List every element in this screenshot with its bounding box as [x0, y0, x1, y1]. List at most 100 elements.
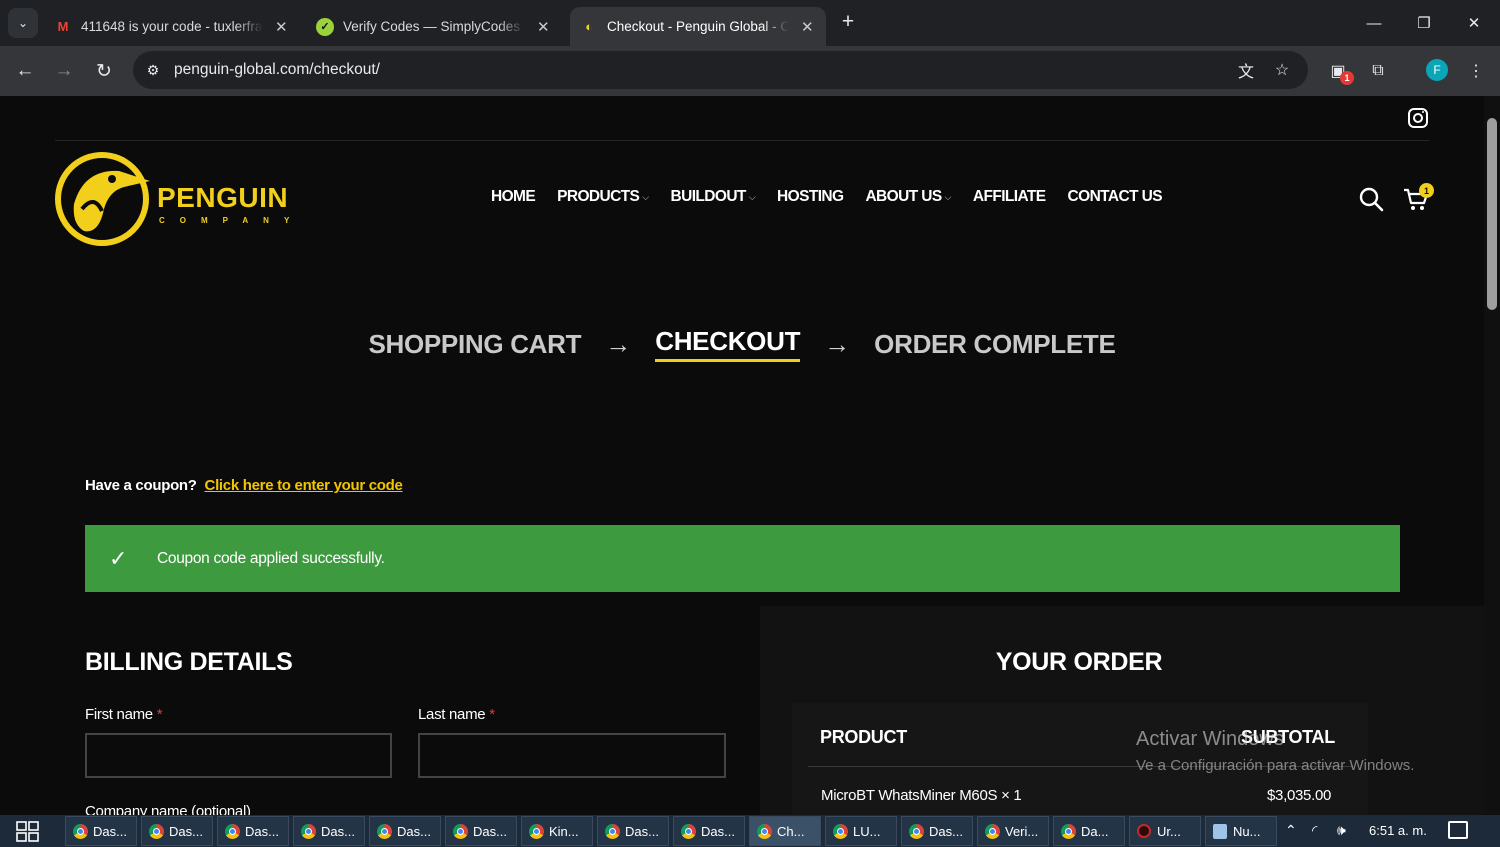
windows-watermark-subtitle: Ve a Configuración para activar Windows.	[1136, 757, 1415, 774]
extensions-puzzle-icon[interactable]: ⧉	[1364, 57, 1392, 85]
taskbar-item[interactable]: Das...	[901, 816, 973, 846]
taskbar-label: Das...	[929, 823, 963, 839]
taskbar-item[interactable]: Das...	[445, 816, 517, 846]
minimize-button[interactable]: —	[1359, 8, 1389, 38]
close-icon[interactable]: ✕	[275, 18, 288, 36]
tab-search-button[interactable]: ⌄	[8, 8, 38, 38]
restore-button[interactable]: ❐	[1409, 8, 1439, 38]
taskbar-item[interactable]: Das...	[293, 816, 365, 846]
coupon-link[interactable]: Click here to enter your code	[205, 477, 403, 494]
taskbar-item[interactable]: Veri...	[977, 816, 1049, 846]
taskbar-item[interactable]: Das...	[369, 816, 441, 846]
tab-title: Checkout - Penguin Global - Cr	[607, 19, 789, 34]
volume-icon[interactable]: 🕪	[1337, 822, 1346, 839]
new-tab-button[interactable]: +	[836, 10, 860, 34]
clock[interactable]: 6:51 a. m.	[1369, 823, 1427, 838]
tab-title: 411648 is your code - tuxlerfrank	[81, 19, 263, 34]
required-mark: *	[156, 706, 163, 723]
nav-about-us[interactable]: ABOUT US ⌵	[865, 188, 951, 206]
window-close-button[interactable]: ✕	[1459, 8, 1489, 38]
wifi-icon[interactable]: ◜	[1312, 822, 1317, 839]
cart-count-badge: 1	[1419, 183, 1434, 198]
tab-gmail[interactable]: M 411648 is your code - tuxlerfrank ✕	[44, 7, 300, 46]
app-icon	[1137, 824, 1151, 838]
taskbar-item[interactable]: Das...	[217, 816, 289, 846]
site-logo[interactable]: PENGUIN COMPANY	[54, 149, 289, 249]
logo-subtext: COMPANY	[159, 216, 305, 225]
nav-products[interactable]: PRODUCTS ⌵	[557, 188, 649, 206]
search-icon[interactable]	[1358, 186, 1384, 212]
chrome-icon	[529, 823, 544, 839]
nav-affiliate[interactable]: AFFILIATE	[973, 188, 1046, 206]
start-icon[interactable]	[16, 821, 40, 843]
taskbar-label: Das...	[245, 823, 279, 839]
menu-kebab-icon[interactable]: ⋮	[1462, 57, 1490, 85]
nav-label: AFFILIATE	[972, 188, 1046, 205]
taskbar-item[interactable]: Das...	[597, 816, 669, 846]
taskbar-item-active[interactable]: Ch...	[749, 816, 821, 846]
last-name-input[interactable]	[418, 733, 726, 778]
instagram-icon[interactable]	[1408, 108, 1428, 128]
taskbar-item[interactable]: Das...	[673, 816, 745, 846]
nav-label: HOME	[491, 188, 536, 205]
reload-button[interactable]: ↻	[90, 57, 118, 85]
penguin-favicon: ◐	[585, 19, 593, 34]
coupon-prompt-row: Have a coupon? Click here to enter your …	[85, 477, 403, 494]
chrome-icon	[1061, 823, 1076, 839]
address-bar[interactable]: ⚙ penguin-global.com/checkout/ 文 ☆	[133, 51, 1308, 89]
bookmark-star-icon[interactable]: ☆	[1270, 58, 1294, 82]
step-shopping-cart[interactable]: SHOPPING CART	[368, 329, 581, 360]
company-name-label: Company name (optional)	[85, 803, 251, 815]
step-checkout[interactable]: CHECKOUT	[655, 326, 800, 362]
last-name-label: Last name *	[418, 706, 495, 723]
tab-simplycodes[interactable]: ✓ Verify Codes — SimplyCodes ✕	[306, 7, 564, 46]
chrome-icon	[681, 823, 696, 839]
taskbar-item[interactable]: Da...	[1053, 816, 1125, 846]
taskbar-label: Das...	[473, 823, 507, 839]
chevron-down-icon: ⌵	[642, 191, 649, 202]
taskbar-item[interactable]: Kin...	[521, 816, 593, 846]
chrome-icon	[605, 823, 620, 839]
close-icon[interactable]: ✕	[801, 18, 814, 36]
required-mark: *	[489, 706, 495, 723]
nav-hosting[interactable]: HOSTING	[777, 188, 844, 206]
taskbar-label: Kin...	[549, 823, 579, 839]
chrome-icon	[149, 823, 164, 839]
forward-button[interactable]: →	[50, 57, 78, 85]
nav-buildout[interactable]: BUILDOUT ⌵	[671, 188, 756, 206]
tab-checkout[interactable]: ◐ Checkout - Penguin Global - Cr ✕	[570, 7, 826, 46]
url-text[interactable]: penguin-global.com/checkout/	[174, 61, 380, 79]
close-icon[interactable]: ✕	[537, 18, 550, 36]
nav-contact-us[interactable]: CONTACT US	[1067, 188, 1163, 206]
logo-text: PENGUIN	[157, 182, 289, 213]
taskbar-item[interactable]: Das...	[141, 816, 213, 846]
arrow-right-icon: →	[824, 328, 851, 359]
windows-watermark-title: Activar Windows	[1136, 728, 1284, 750]
taskbar-item[interactable]: Das...	[65, 816, 137, 846]
scrollbar-thumb[interactable]	[1487, 118, 1497, 310]
notification-icon[interactable]	[1448, 821, 1468, 839]
taskbar-item[interactable]: Ur...	[1129, 816, 1201, 846]
taskbar-label: Das...	[397, 823, 431, 839]
taskbar-label: Das...	[93, 823, 127, 839]
profile-avatar[interactable]: F	[1426, 59, 1448, 81]
billing-title: BILLING DETAILS	[85, 648, 293, 676]
chevron-up-icon[interactable]: ⌃	[1285, 822, 1297, 839]
taskbar-label: Ur...	[1157, 823, 1181, 839]
notepad-icon	[1213, 823, 1227, 839]
back-button[interactable]: ←	[11, 57, 39, 85]
first-name-input[interactable]	[85, 733, 392, 778]
taskbar: Das... Das... Das... Das... Das... Das..…	[0, 815, 1500, 847]
taskbar-item[interactable]: Nu...	[1205, 816, 1277, 846]
order-item-subtotal: $3,035.00	[1267, 787, 1332, 804]
site-info-icon[interactable]: ⚙	[141, 58, 165, 82]
nav-label: CONTACT US	[1067, 188, 1163, 205]
chevron-down-icon: ⌵	[748, 191, 756, 202]
taskbar-label: Ch...	[777, 823, 805, 839]
nav-home[interactable]: HOME	[491, 188, 536, 206]
translate-icon[interactable]: 文	[1234, 58, 1258, 82]
simplycodes-icon: ✓	[316, 17, 334, 36]
taskbar-item[interactable]: LU...	[825, 816, 897, 846]
nav-label: ABOUT US	[865, 188, 942, 205]
header-divider	[55, 140, 1429, 141]
